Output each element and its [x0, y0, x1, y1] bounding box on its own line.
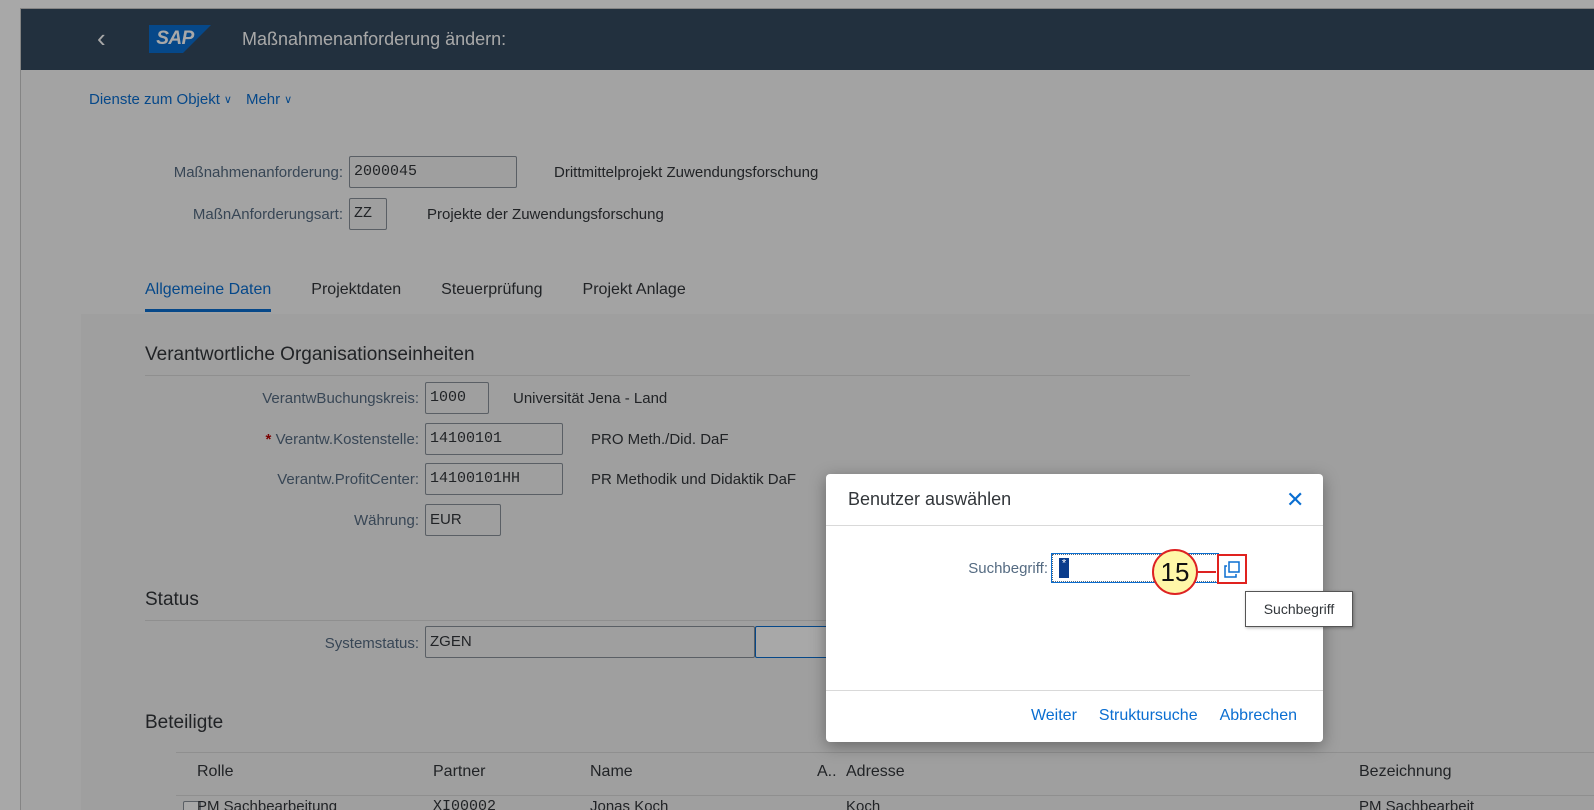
modal-overlay: [0, 0, 1594, 810]
dialog-footer: Weiter Struktursuche Abbrechen: [826, 690, 1323, 742]
search-term-value: *: [1059, 558, 1069, 578]
step-number-badge: 15: [1152, 549, 1198, 595]
search-term-label: Suchbegriff:: [968, 560, 1048, 577]
value-help-button[interactable]: [1217, 554, 1247, 584]
step-connector: [1198, 571, 1216, 573]
value-help-icon: [1224, 561, 1240, 578]
dialog-header: Benutzer auswählen ✕: [826, 474, 1323, 526]
close-icon[interactable]: ✕: [1286, 488, 1304, 512]
structure-search-button[interactable]: Struktursuche: [1099, 707, 1198, 725]
search-term-tooltip: Suchbegriff: [1245, 591, 1353, 627]
cancel-button[interactable]: Abbrechen: [1220, 707, 1297, 725]
dialog-title: Benutzer auswählen: [848, 489, 1012, 509]
next-button[interactable]: Weiter: [1031, 707, 1077, 725]
